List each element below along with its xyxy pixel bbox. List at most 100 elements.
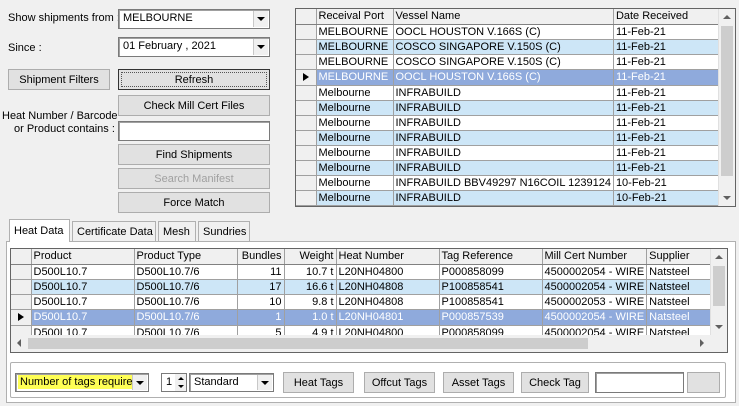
- heat-tags-button[interactable]: Heat Tags: [283, 372, 354, 393]
- row-header[interactable]: [296, 130, 317, 146]
- tags-required-select[interactable]: Number of tags required: [15, 373, 149, 392]
- heat-cell[interactable]: L20NH04801: [336, 309, 440, 326]
- shipment-cell[interactable]: OOCL HOUSTON V.166S (C): [393, 24, 614, 40]
- column-header[interactable]: Vessel Name: [393, 9, 614, 25]
- shipment-row[interactable]: Melbourne INFRABUILD 11-Feb-21: [296, 85, 734, 101]
- stepper-down-icon[interactable]: [175, 382, 186, 391]
- column-header[interactable]: Date Received: [613, 9, 734, 25]
- shipment-cell[interactable]: 11-Feb-21: [613, 115, 734, 131]
- heat-cell[interactable]: P100858541: [439, 279, 543, 295]
- scroll-down-icon[interactable]: [711, 319, 727, 335]
- heat-cell[interactable]: D500L10.7/6: [134, 279, 238, 295]
- shipment-cell[interactable]: MELBOURNE: [316, 24, 394, 40]
- shipment-cell[interactable]: INFRABUILD: [393, 130, 614, 146]
- shipment-row[interactable]: Melbourne INFRABUILD 11-Feb-21: [296, 100, 734, 116]
- heat-cell[interactable]: L20NH04800: [336, 264, 440, 280]
- shipment-cell[interactable]: Melbourne: [316, 190, 394, 206]
- row-header[interactable]: [11, 264, 32, 280]
- heat-cell[interactable]: D500L10.7/6: [134, 294, 238, 310]
- row-header[interactable]: [296, 85, 317, 101]
- force-match-button[interactable]: Force Match: [118, 192, 270, 213]
- heat-row[interactable]: D500L10.7 D500L10.7/6 1 1.0 t L20NH04801 P000…: [11, 309, 718, 326]
- shipments-vertical-scrollbar[interactable]: [718, 9, 735, 206]
- heat-row[interactable]: D500L10.7 D500L10.7/6 17 16.6 t L20NH04808 P1…: [11, 279, 718, 295]
- heat-cell[interactable]: 16.6 t: [284, 279, 337, 295]
- shipment-cell[interactable]: 11-Feb-21: [613, 54, 734, 70]
- heat-cell[interactable]: 1: [237, 309, 285, 326]
- row-header[interactable]: [11, 279, 32, 295]
- shipment-row[interactable]: Melbourne INFRABUILD 11-Feb-21: [296, 145, 734, 161]
- shipment-row[interactable]: MELBOURNE COSCO SINGAPORE V.150S (C) 11-Fe…: [296, 54, 734, 70]
- scroll-right-icon[interactable]: [694, 335, 710, 351]
- shipment-cell[interactable]: OOCL HOUSTON V.166S (C): [393, 69, 614, 86]
- row-header[interactable]: [11, 294, 32, 310]
- shipment-cell[interactable]: 11-Feb-21: [613, 24, 734, 40]
- scroll-left-icon[interactable]: [11, 335, 27, 351]
- heat-cell[interactable]: P000858099: [439, 264, 543, 280]
- tag-format-select[interactable]: Standard: [189, 373, 274, 392]
- shipment-row[interactable]: MELBOURNE COSCO SINGAPORE V.150S (C) 11-Fe…: [296, 39, 734, 55]
- heat-horizontal-scrollbar[interactable]: [11, 335, 727, 352]
- scroll-thumb[interactable]: [713, 266, 725, 306]
- shipment-cell[interactable]: Melbourne: [316, 115, 394, 131]
- heat-cell[interactable]: Natsteel: [646, 279, 718, 295]
- row-header[interactable]: [296, 160, 317, 176]
- shipment-cell[interactable]: Melbourne: [316, 175, 394, 191]
- port-select[interactable]: MELBOURNE: [118, 9, 270, 29]
- heat-cell[interactable]: 10.7 t: [284, 264, 337, 280]
- heat-cell[interactable]: 4500002053 - WIRE: [542, 294, 648, 310]
- row-header[interactable]: [296, 175, 317, 191]
- heat-cell[interactable]: D500L10.7/6: [134, 309, 238, 326]
- row-header[interactable]: [11, 309, 32, 326]
- since-date-picker[interactable]: 01 February , 2021: [118, 37, 270, 57]
- check-mill-cert-button[interactable]: Check Mill Cert Files: [118, 95, 270, 116]
- scroll-thumb[interactable]: [721, 26, 733, 176]
- heat-cell[interactable]: D500L10.7: [31, 264, 135, 280]
- refresh-button[interactable]: Refresh: [118, 69, 270, 90]
- scroll-up-icon[interactable]: [719, 9, 735, 25]
- shipment-cell[interactable]: MELBOURNE: [316, 69, 394, 86]
- shipment-row[interactable]: Melbourne INFRABUILD 10-Feb-21: [296, 190, 734, 206]
- shipment-row[interactable]: MELBOURNE OOCL HOUSTON V.166S (C) 11-Feb-2…: [296, 69, 734, 86]
- shipment-row[interactable]: Melbourne INFRABUILD 11-Feb-21: [296, 115, 734, 131]
- heat-cell[interactable]: 4500002054 - WIRE: [542, 309, 648, 326]
- heat-cell[interactable]: Natsteel: [646, 264, 718, 280]
- tab-mesh[interactable]: Mesh: [158, 221, 196, 241]
- shipment-filters-button[interactable]: Shipment Filters: [8, 69, 110, 90]
- shipment-cell[interactable]: Melbourne: [316, 145, 394, 161]
- shipment-cell[interactable]: INFRABUILD: [393, 115, 614, 131]
- check-tag-input[interactable]: [595, 372, 684, 393]
- shipment-cell[interactable]: INFRABUILD: [393, 100, 614, 116]
- chevron-down-icon[interactable]: [132, 375, 147, 390]
- heat-cell[interactable]: D500L10.7: [31, 309, 135, 326]
- shipment-cell[interactable]: 11-Feb-21: [613, 69, 734, 86]
- shipment-cell[interactable]: 11-Feb-21: [613, 130, 734, 146]
- quantity-stepper[interactable]: 1: [161, 373, 187, 392]
- heat-cell[interactable]: L20NH04808: [336, 294, 440, 310]
- heat-data-grid[interactable]: Product Product Type Bundles Weight Heat…: [10, 248, 728, 353]
- shipment-row[interactable]: Melbourne INFRABUILD 11-Feb-21: [296, 160, 734, 176]
- shipment-cell[interactable]: 11-Feb-21: [613, 160, 734, 176]
- row-header[interactable]: [296, 190, 317, 206]
- tab-sundries[interactable]: Sundries: [198, 221, 250, 241]
- heat-cell[interactable]: Natsteel: [646, 309, 718, 326]
- find-shipments-button[interactable]: Find Shipments: [118, 144, 270, 165]
- column-header[interactable]: Supplier: [646, 249, 718, 265]
- row-header[interactable]: [296, 115, 317, 131]
- row-header[interactable]: [296, 145, 317, 161]
- shipment-row[interactable]: Melbourne INFRABUILD BBV49297 N16COIL 123…: [296, 175, 734, 191]
- shipment-cell[interactable]: COSCO SINGAPORE V.150S (C): [393, 54, 614, 70]
- shipments-grid[interactable]: Receival Port Vessel Name Date Received …: [295, 8, 736, 207]
- chevron-down-icon[interactable]: [257, 375, 272, 390]
- shipment-cell[interactable]: 10-Feb-21: [613, 175, 734, 191]
- heat-cell[interactable]: 9.8 t: [284, 294, 337, 310]
- shipment-cell[interactable]: Melbourne: [316, 130, 394, 146]
- row-header[interactable]: [296, 54, 317, 70]
- shipment-cell[interactable]: INFRABUILD: [393, 190, 614, 206]
- heat-cell[interactable]: D500L10.7: [31, 279, 135, 295]
- heat-cell[interactable]: 4500002054 - WIRE: [542, 279, 648, 295]
- heat-cell[interactable]: P000857539: [439, 309, 543, 326]
- shipment-cell[interactable]: 10-Feb-21: [613, 190, 734, 206]
- shipment-cell[interactable]: 11-Feb-21: [613, 100, 734, 116]
- shipment-cell[interactable]: MELBOURNE: [316, 54, 394, 70]
